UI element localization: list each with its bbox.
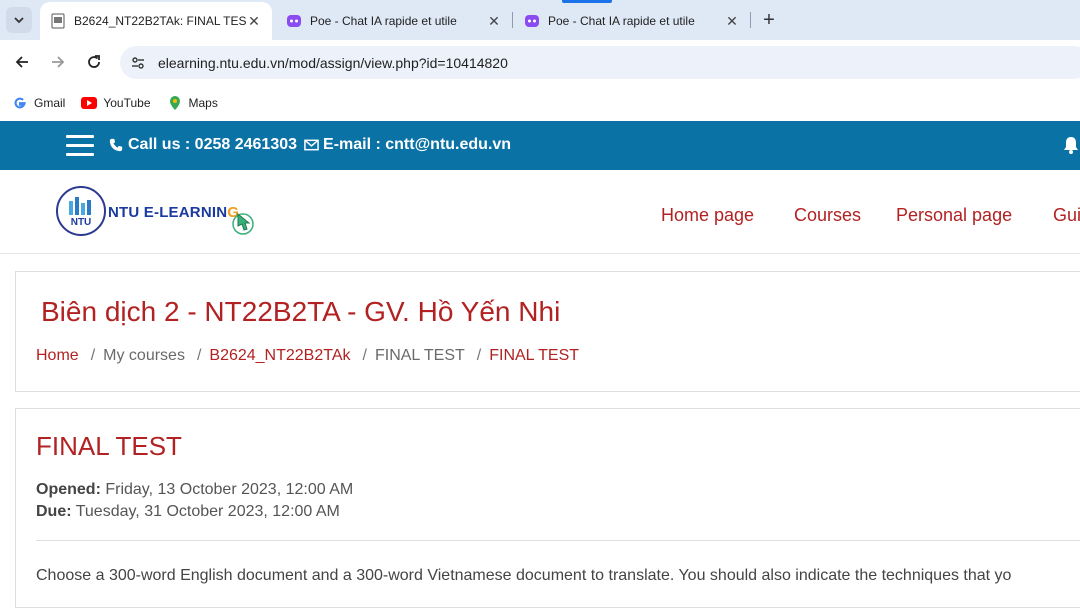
bookmark-gmail[interactable]: Gmail <box>12 95 65 111</box>
tab-separator <box>512 12 513 28</box>
arrow-right-icon <box>52 56 65 68</box>
phone-icon <box>108 137 124 153</box>
reload-icon <box>88 55 100 68</box>
nav-guide[interactable]: Gui <box>1053 205 1080 226</box>
loading-indicator <box>562 0 612 3</box>
logo-wordmark: NTU E-LEARNING <box>108 204 240 221</box>
poe-icon <box>287 15 301 27</box>
close-tab-icon[interactable]: ✕ <box>246 13 262 29</box>
divider <box>36 540 1080 541</box>
email-text[interactable]: E-mail : cntt@ntu.edu.vn <box>323 136 511 154</box>
breadcrumb-separator: / <box>476 347 482 364</box>
bookmarks-bar: Gmail YouTube Maps <box>0 85 1080 121</box>
logo-badge-text: NTU <box>71 217 92 228</box>
back-button[interactable] <box>11 51 33 73</box>
forward-button[interactable] <box>47 51 69 73</box>
assignment-dates: Opened: Friday, 13 October 2023, 12:00 A… <box>36 479 353 523</box>
course-header-card: Biên dịch 2 - NT22B2TA - GV. Hồ Yến Nhi … <box>15 271 1080 392</box>
tab-title: Poe - Chat IA rapide et utile <box>310 14 457 28</box>
bookmark-label: YouTube <box>103 96 151 110</box>
google-icon <box>12 95 28 111</box>
nav-link[interactable]: Courses <box>794 205 861 226</box>
chevron-down-icon <box>14 17 24 24</box>
tab-search-button[interactable] <box>6 7 32 33</box>
site-logo[interactable]: NTU NTU E-LEARNING <box>56 186 256 242</box>
nav-link[interactable]: Gui <box>1053 205 1080 226</box>
browser-tab-active[interactable]: B2624_NT22B2TAk: FINAL TEST ✕ <box>40 2 272 40</box>
browser-tab[interactable]: Poe - Chat IA rapide et utile ✕ <box>276 2 512 40</box>
close-tab-icon[interactable]: ✕ <box>724 13 740 29</box>
nav-personal-page[interactable]: Personal page <box>896 205 1012 226</box>
site-settings-icon[interactable] <box>128 53 148 73</box>
arrow-left-icon <box>15 56 28 68</box>
browser-tabstrip: B2624_NT22B2TAk: FINAL TEST ✕ Poe - Chat… <box>0 0 1080 40</box>
pointer-hand-icon <box>232 212 254 235</box>
bell-icon[interactable] <box>1062 135 1080 155</box>
breadcrumb-separator: / <box>90 347 96 364</box>
browser-tab[interactable]: Poe - Chat IA rapide et utile ✕ <box>514 2 750 40</box>
maps-icon <box>167 95 183 111</box>
breadcrumb-separator: / <box>196 347 202 364</box>
breadcrumb-section: FINAL TEST <box>374 347 465 364</box>
breadcrumb: Home / My courses / B2624_NT22B2TAk / FI… <box>36 347 579 365</box>
reload-button[interactable] <box>83 51 105 73</box>
nav-courses[interactable]: Courses <box>794 205 861 226</box>
breadcrumb-course[interactable]: B2624_NT22B2TAk <box>209 347 350 365</box>
new-tab-button[interactable]: + <box>758 9 780 31</box>
contact-info: Call us : 0258 2461303 E-mail : cntt@ntu… <box>108 136 511 154</box>
tab-title: B2624_NT22B2TAk: FINAL TEST <box>74 14 246 28</box>
close-tab-icon[interactable]: ✕ <box>486 13 502 29</box>
assignment-description: Choose a 300-word English document and a… <box>36 567 1012 584</box>
bookmark-label: Maps <box>188 96 218 110</box>
nav-home-page[interactable]: Home page <box>661 205 754 226</box>
phone-text: Call us : 0258 2461303 <box>128 136 298 153</box>
tab-separator <box>750 12 751 28</box>
course-title: Biên dịch 2 - NT22B2TA - GV. Hồ Yến Nhi <box>41 296 561 327</box>
breadcrumb-separator: / <box>362 347 367 364</box>
breadcrumb-my-courses: My courses <box>103 347 185 364</box>
poe-icon <box>525 15 539 27</box>
university-seal: NTU <box>56 186 106 236</box>
site-header: NTU NTU E-LEARNING Home page Courses Per… <box>0 170 1080 254</box>
site-topbar: Call us : 0258 2461303 E-mail : cntt@ntu… <box>0 121 1080 170</box>
address-bar[interactable]: elearning.ntu.edu.vn/mod/assign/view.php… <box>120 46 1080 79</box>
opened-date-row: Opened: Friday, 13 October 2023, 12:00 A… <box>36 481 354 498</box>
bookmark-maps[interactable]: Maps <box>167 95 218 111</box>
nav-link[interactable]: Home page <box>661 205 754 226</box>
browser-toolbar: elearning.ntu.edu.vn/mod/assign/view.php… <box>0 40 1080 85</box>
bookmark-label: Gmail <box>34 96 66 110</box>
breadcrumb-current[interactable]: FINAL TEST <box>489 347 579 365</box>
nav-link[interactable]: Personal page <box>896 205 1012 226</box>
menu-toggle-button[interactable] <box>66 135 94 157</box>
assignment-title: FINAL TEST <box>36 431 182 461</box>
envelope-icon <box>303 137 319 153</box>
url-text[interactable]: elearning.ntu.edu.vn/mod/assign/view.php… <box>158 55 508 71</box>
tab-title: Poe - Chat IA rapide et utile <box>548 14 695 28</box>
page-favicon-icon <box>51 13 65 29</box>
bookmark-youtube[interactable]: YouTube <box>81 95 151 111</box>
youtube-icon <box>81 95 98 111</box>
breadcrumb-home[interactable]: Home <box>36 347 79 365</box>
due-date-row: Due: Tuesday, 31 October 2023, 12:00 AM <box>36 503 340 520</box>
assignment-card: FINAL TEST Opened: Friday, 13 October 20… <box>15 408 1080 608</box>
